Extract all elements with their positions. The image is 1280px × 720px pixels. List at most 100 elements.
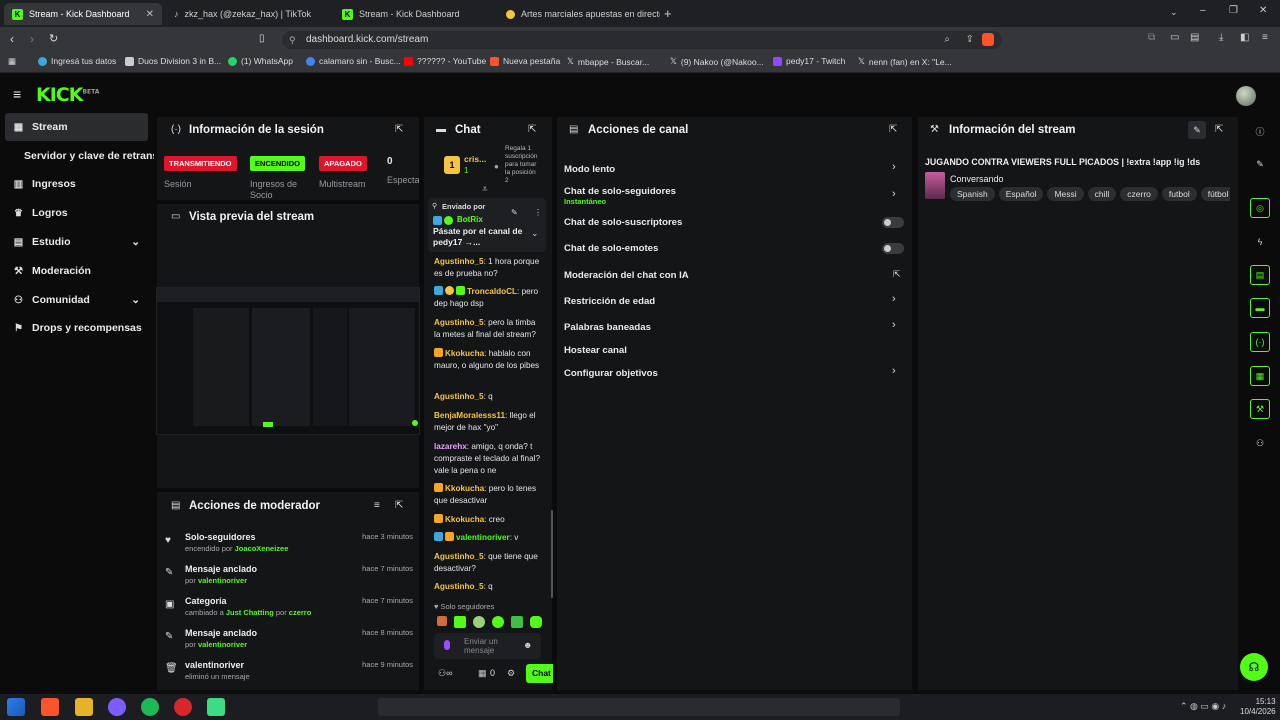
emote-icon[interactable]	[437, 616, 447, 626]
gift-icon[interactable]: ▦	[478, 668, 487, 679]
bookmark-item[interactable]: pedy17 - Twitch	[773, 56, 845, 66]
chevron-right-icon[interactable]: ›	[892, 161, 896, 173]
stream-tag[interactable]: Messi	[1047, 187, 1084, 201]
chat-icon[interactable]: ▬	[1250, 298, 1270, 318]
download-icon[interactable]: ⤓	[1219, 32, 1223, 43]
category-thumbnail[interactable]	[925, 172, 945, 199]
people-icon[interactable]: ⚇	[1250, 433, 1270, 453]
popout-icon[interactable]: ⇱	[1215, 124, 1223, 135]
bookmark-icon[interactable]: ▯	[259, 33, 265, 44]
bookmark-item[interactable]: Ingresá tus datos	[38, 56, 116, 66]
sidebar-item-drops[interactable]: ⚑ Drops y recompensas	[5, 314, 148, 342]
gift-leader-user[interactable]: cris...	[464, 154, 486, 164]
chat-username[interactable]: valentinoriver	[456, 533, 510, 542]
panel-icon[interactable]: ◧	[1240, 32, 1249, 43]
wallet-icon[interactable]: ▭	[1170, 32, 1179, 43]
chevron-right-icon[interactable]: ›	[892, 293, 896, 305]
filter-icon[interactable]: ≡	[374, 500, 380, 511]
sidebar-toggle-icon[interactable]: ▤	[1190, 32, 1199, 43]
emotes-only-toggle[interactable]	[882, 243, 904, 254]
chat-message-input[interactable]: Enviar un mensaje ☻	[434, 633, 541, 659]
chat-username[interactable]: Agustinho_5	[434, 552, 484, 561]
emote-icon[interactable]	[473, 616, 485, 628]
mod-action-user[interactable]: JoacoXeneizee	[235, 544, 289, 553]
mod-action-user[interactable]: valentinoriver	[198, 576, 247, 585]
apps-icon[interactable]: ▦	[8, 56, 16, 67]
maximize-icon[interactable]: ❐	[1229, 5, 1238, 16]
bookmark-item[interactable]: Nueva pestaña	[490, 56, 560, 66]
sidebar-item-comunidad[interactable]: ⚇ Comunidad ⌄	[5, 286, 148, 314]
sidebar-item-moderacion[interactable]: ⚒ Moderación	[5, 257, 148, 285]
banned-words-action[interactable]: Palabras baneadas	[564, 322, 651, 333]
send-chat-button[interactable]: Chat	[526, 664, 553, 683]
tab-tiktok[interactable]: ♪ zkz_hax (@zekaz_hax) | TikTok	[166, 3, 330, 25]
stream-tag[interactable]: fútbol	[1200, 187, 1230, 201]
emoji-icon[interactable]: ☻	[523, 640, 532, 650]
chat-username[interactable]: Kkokucha	[445, 515, 484, 524]
chevron-down-icon[interactable]: ⌄	[531, 228, 539, 239]
age-restriction-action[interactable]: Restricción de edad	[564, 296, 655, 307]
info-icon[interactable]: ⓘ	[1250, 121, 1270, 141]
stream-tag[interactable]: czerro	[1120, 187, 1158, 201]
popout-icon[interactable]: ⇱	[395, 124, 403, 135]
subscribers-only-toggle[interactable]	[882, 217, 904, 228]
mod-action-user[interactable]: valentinoriver	[198, 640, 247, 649]
chat-username[interactable]: Agustinho_5	[434, 582, 484, 591]
info-icon[interactable]: ●	[494, 162, 499, 171]
emote-icon[interactable]	[530, 616, 542, 628]
host-channel-action[interactable]: Hostear canal	[564, 345, 627, 356]
app-taskbar-icon[interactable]	[207, 698, 225, 716]
support-chat-icon[interactable]: ☊	[1240, 653, 1268, 681]
chat-username[interactable]: Agustinho_5	[434, 318, 484, 327]
app-taskbar-icon[interactable]	[108, 698, 126, 716]
document-icon[interactable]: ▤	[1250, 265, 1270, 285]
hamburger-menu-icon[interactable]: ≡	[13, 86, 21, 102]
chevron-right-icon[interactable]: ›	[892, 319, 896, 331]
bookmark-item[interactable]: calamaro sin - Busc...	[306, 56, 401, 66]
pinned-message[interactable]: Enviado por ⚲ ✎ ⋮ BotRix Pásate por el c…	[428, 198, 546, 252]
share-icon[interactable]: ⇪	[966, 31, 974, 49]
bookmark-item[interactable]: 𝕏 (9) Nakoo (@Nakoo...	[670, 56, 764, 67]
kick-logo[interactable]: KICKBETA	[36, 84, 99, 106]
chat-scrollbar[interactable]	[551, 510, 553, 598]
stream-preview-video[interactable]	[156, 287, 420, 435]
sidebar-item-estudio[interactable]: ▤ Estudio ⌄	[5, 228, 148, 256]
url-field[interactable]: ⚲ dashboard.kick.com/stream ⌕ ⇪	[282, 31, 1002, 49]
site-info-icon[interactable]: ⚲	[289, 31, 296, 49]
brave-shield-icon[interactable]	[982, 33, 994, 46]
sidebar-item-stream[interactable]: ▦ Stream	[5, 113, 148, 141]
lightning-icon[interactable]: ϟ	[1250, 232, 1270, 252]
popout-icon[interactable]: ⇱	[528, 124, 536, 135]
slow-mode-action[interactable]: Modo lento	[564, 164, 615, 175]
explorer-taskbar-icon[interactable]	[75, 698, 93, 716]
chat-username[interactable]: TroncaldoCL	[467, 287, 517, 296]
settings-gear-icon[interactable]: ⚙	[507, 668, 515, 679]
unpin-icon[interactable]: ✎	[511, 208, 518, 217]
chat-username[interactable]: BenjaMoralesss11	[434, 411, 505, 420]
back-icon[interactable]: ‹	[10, 32, 14, 46]
popout-icon[interactable]: ⇱	[889, 124, 897, 135]
emote-icon[interactable]	[511, 616, 523, 628]
emote-icon[interactable]	[492, 616, 504, 628]
tab-stream-dashboard-2[interactable]: K Stream - Kick Dashboard	[334, 3, 498, 25]
tab-stream-dashboard[interactable]: K Stream - Kick Dashboard ✕	[4, 3, 162, 25]
broadcast-icon[interactable]: (·)	[1250, 332, 1270, 352]
external-link-icon[interactable]: ⇱	[893, 269, 901, 280]
system-tray-icons[interactable]: ⌃ ◍ ▭ ◉ ♪	[1180, 701, 1226, 712]
chat-username[interactable]: Kkokucha	[445, 349, 484, 358]
user-avatar[interactable]	[1236, 86, 1256, 106]
camera-icon[interactable]: ◎	[1250, 198, 1270, 218]
mod-action-category[interactable]: Just Chatting	[226, 608, 274, 617]
chat-username[interactable]: Agustinho_5	[434, 392, 484, 401]
close-tab-icon[interactable]: ✕	[146, 9, 154, 20]
forward-icon[interactable]: ›	[30, 32, 34, 46]
brave-taskbar-icon[interactable]	[41, 698, 59, 716]
followers-only-action[interactable]: Chat de solo-seguidores	[564, 186, 676, 197]
tab-search-icon[interactable]: ⌄	[1170, 7, 1178, 18]
bookmark-item[interactable]: ?????? - YouTube	[404, 56, 486, 66]
minimize-icon[interactable]: –	[1200, 5, 1206, 16]
mod-action-user[interactable]: czerro	[289, 608, 312, 617]
bookmark-item[interactable]: 𝕏nenn (fan) en X: "Le...	[858, 56, 952, 67]
chat-username[interactable]: Kkokucha	[445, 484, 484, 493]
extensions-icon[interactable]: ⧉	[1148, 32, 1155, 43]
